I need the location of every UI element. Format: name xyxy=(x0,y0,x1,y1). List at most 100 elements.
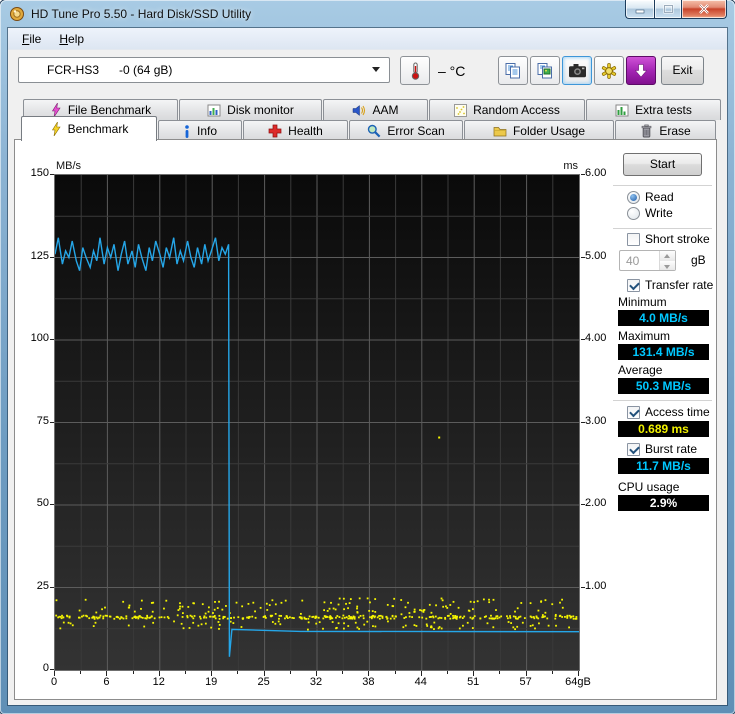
tab-disk-monitor[interactable]: Disk monitor xyxy=(179,99,322,120)
tick-mark xyxy=(50,504,54,505)
x-tick-label: 64gB xyxy=(565,676,591,688)
minimize-icon xyxy=(635,9,645,13)
short-stroke-row[interactable]: Short stroke xyxy=(627,232,710,246)
exit-label: Exit xyxy=(672,63,693,77)
tab-label: File Benchmark xyxy=(67,103,152,117)
start-label: Start xyxy=(649,157,676,171)
x-tick-label: 32 xyxy=(309,676,323,688)
tab-label: Random Access xyxy=(473,103,560,117)
capacity-spinner[interactable]: 40 xyxy=(619,250,676,271)
maximize-icon xyxy=(663,4,673,14)
write-radio-row[interactable]: Write xyxy=(627,206,673,220)
x-tick-label: 44 xyxy=(414,676,427,688)
tick-mark xyxy=(499,671,501,674)
tab-error-scan[interactable]: Error Scan xyxy=(349,120,463,141)
tick-mark xyxy=(185,671,186,674)
tick-mark xyxy=(50,669,54,670)
tab-label: Benchmark xyxy=(67,122,129,136)
read-radio-row[interactable]: Read xyxy=(627,190,674,204)
capacity-unit-label: gB xyxy=(691,253,706,267)
short-stroke-checkbox[interactable] xyxy=(627,232,640,246)
copy-image-button[interactable] xyxy=(530,56,560,85)
read-label: Read xyxy=(645,190,674,204)
cpu-usage-label: CPU usage xyxy=(618,480,680,494)
burst-rate-row[interactable]: Burst rate xyxy=(627,442,697,456)
tab-erase[interactable]: Erase xyxy=(615,120,716,141)
tab-random-access[interactable]: Random Access xyxy=(429,99,585,120)
access-time-row[interactable]: Access time xyxy=(627,405,710,419)
tab-health[interactable]: Health xyxy=(243,120,348,141)
start-button[interactable]: Start xyxy=(623,153,702,176)
close-button[interactable] xyxy=(682,0,727,19)
minimize-button[interactable] xyxy=(625,0,654,19)
capacity-value: 40 xyxy=(626,254,640,268)
exit-button[interactable]: Exit xyxy=(661,56,704,85)
options-button[interactable] xyxy=(594,56,624,85)
tick-mark xyxy=(581,174,585,175)
tab-aam[interactable]: AAM xyxy=(323,99,428,120)
minimum-value: 4.0 MB/s xyxy=(618,310,709,326)
cpu-usage-value: 2.9% xyxy=(618,495,709,511)
x-tick-label: 0 xyxy=(50,676,58,688)
y-left-tick-label: 75 xyxy=(36,414,49,427)
download-arrow-icon xyxy=(634,63,648,77)
spin-up-icon[interactable] xyxy=(660,251,675,261)
spin-down-icon[interactable] xyxy=(660,260,675,270)
benchmark-icon xyxy=(51,122,61,136)
access-time-label: Access time xyxy=(645,405,710,419)
tab-folder-usage[interactable]: Folder Usage xyxy=(464,120,614,141)
transfer-rate-checkbox[interactable] xyxy=(627,278,640,292)
title-bar[interactable]: HD Tune Pro 5.50 - Hard Disk/SSD Utility xyxy=(0,0,735,28)
write-radio[interactable] xyxy=(627,206,640,220)
tick-mark xyxy=(368,671,370,676)
tab-benchmark[interactable]: Benchmark xyxy=(21,116,157,141)
y-left-axis-title: MB/s xyxy=(56,160,82,172)
extra-tests-icon xyxy=(615,104,629,116)
screenshot-button[interactable] xyxy=(562,56,592,85)
speaker-icon xyxy=(353,104,366,116)
temperature-value: – °C xyxy=(438,63,466,79)
tab-info[interactable]: Info xyxy=(158,120,242,141)
toolbar: FCR-HS3 -0 (64 gB) – °C Exit xyxy=(8,50,727,96)
write-label: Write xyxy=(645,206,673,220)
chevron-down-icon xyxy=(372,67,380,72)
tab-extra-tests[interactable]: Extra tests xyxy=(586,99,721,120)
tick-mark xyxy=(473,671,475,676)
x-tick-label: 38 xyxy=(362,676,375,688)
temperature-button[interactable] xyxy=(400,56,430,85)
y-right-tick-label: 1.00 xyxy=(585,579,607,592)
tick-mark xyxy=(316,671,317,676)
x-tick-label: 57 xyxy=(519,676,532,688)
access-time-checkbox[interactable] xyxy=(627,405,640,419)
file-benchmark-icon xyxy=(51,103,61,117)
benchmark-panel: MB/s ms 150 125 100 75 50 25 0 6.00 5.00 4.00 3.00… xyxy=(14,139,717,700)
tick-mark xyxy=(263,671,265,676)
y-right-tick-label: 6.00 xyxy=(585,167,607,179)
tick-mark xyxy=(237,671,239,674)
y-left-tick-label: 125 xyxy=(30,249,49,262)
tick-mark xyxy=(211,671,213,676)
x-tick-label: 6 xyxy=(103,676,110,688)
menu-help[interactable]: Help xyxy=(50,29,93,49)
drive-selector[interactable]: FCR-HS3 -0 (64 gB) xyxy=(18,57,390,83)
tick-mark xyxy=(420,671,422,676)
copy-text-button[interactable] xyxy=(498,56,528,85)
maximize-button[interactable] xyxy=(654,0,682,19)
window-title: HD Tune Pro 5.50 - Hard Disk/SSD Utility xyxy=(31,7,252,21)
spinner-arrows[interactable] xyxy=(659,251,675,270)
separator xyxy=(613,228,712,229)
menu-bar: File Help xyxy=(8,28,727,50)
menu-file[interactable]: File xyxy=(13,29,50,49)
copy-image-icon xyxy=(537,62,552,78)
tab-label: Disk monitor xyxy=(227,103,294,117)
update-button[interactable] xyxy=(626,56,656,85)
read-radio[interactable] xyxy=(627,190,640,204)
tick-mark xyxy=(50,586,54,588)
average-label: Average xyxy=(618,363,663,377)
transfer-rate-label: Transfer rate xyxy=(645,278,714,292)
burst-rate-checkbox[interactable] xyxy=(627,442,640,456)
tick-mark xyxy=(50,421,54,423)
client-area: File Help FCR-HS3 -0 (64 gB) – °C Exit F… xyxy=(8,28,727,705)
chart-plot-area xyxy=(55,175,579,670)
transfer-rate-row[interactable]: Transfer rate xyxy=(627,278,713,292)
